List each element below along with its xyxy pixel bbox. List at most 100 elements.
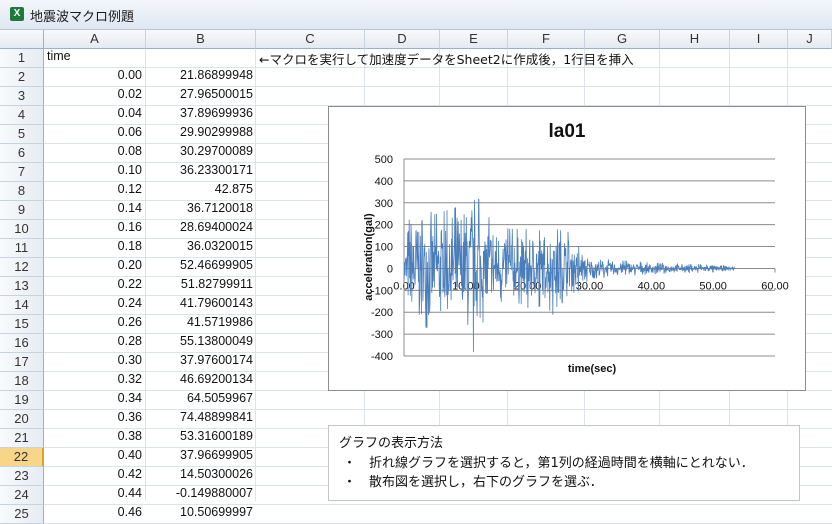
cell-a[interactable]: 0.08	[44, 144, 142, 163]
row-header[interactable]: 22	[0, 448, 44, 467]
cell-b[interactable]: 28.69400024	[146, 220, 253, 239]
cell-b[interactable]: 21.86899948	[146, 68, 253, 87]
row-header[interactable]: 25	[0, 505, 44, 524]
row-header[interactable]: 24	[0, 486, 44, 505]
cell-a[interactable]: 0.20	[44, 258, 142, 277]
row-header[interactable]: 15	[0, 315, 44, 334]
row-header[interactable]: 16	[0, 334, 44, 353]
row-header[interactable]: 7	[0, 163, 44, 182]
row-header[interactable]: 8	[0, 182, 44, 201]
column-header-e[interactable]: E	[440, 30, 508, 49]
row-header[interactable]: 3	[0, 87, 44, 106]
cell-b[interactable]: 64.5059967	[146, 391, 253, 410]
cell-c1-note[interactable]: ←マクロを実行して加速度データをSheet2に作成後，1行目を挿入	[259, 49, 634, 68]
x-tick-label: 50.00	[699, 280, 727, 292]
column-header-g[interactable]: G	[585, 30, 660, 49]
y-tick-label: -400	[371, 351, 393, 363]
cell-a[interactable]: 0.32	[44, 372, 142, 391]
cell-a[interactable]: 0.04	[44, 106, 142, 125]
cell-a[interactable]: 0.44	[44, 486, 142, 505]
cell-b[interactable]: 42.875	[146, 182, 253, 201]
cell-b[interactable]: 30.29700089	[146, 144, 253, 163]
y-tick-label: 400	[375, 176, 393, 188]
row-header[interactable]: 5	[0, 125, 44, 144]
row-header[interactable]: 4	[0, 106, 44, 125]
cell-a[interactable]: 0.28	[44, 334, 142, 353]
row-header[interactable]: 2	[0, 68, 44, 87]
row-header[interactable]: 1	[0, 49, 44, 68]
row-header[interactable]: 12	[0, 258, 44, 277]
row-header[interactable]: 23	[0, 467, 44, 486]
cell-b[interactable]: 51.82799911	[146, 277, 253, 296]
cell-b[interactable]: 36.7120018	[146, 201, 253, 220]
cell-b[interactable]: 37.96699905	[146, 448, 253, 467]
y-axis-title: acceleration(gal)	[363, 213, 375, 301]
cell-b[interactable]: -0.149880007	[146, 486, 253, 505]
row-header[interactable]: 19	[0, 391, 44, 410]
cell-b[interactable]: 52.46699905	[146, 258, 253, 277]
cell-b[interactable]: 74.48899841	[146, 410, 253, 429]
cell-a[interactable]: 0.36	[44, 410, 142, 429]
row-header[interactable]: 10	[0, 220, 44, 239]
cell-b[interactable]: 41.5719986	[146, 315, 253, 334]
note-textbox[interactable]: グラフの表示方法 ・ 折れ線グラフを選択すると，第1列の経過時間を横軸にとれない…	[328, 425, 800, 501]
column-header-d[interactable]: D	[365, 30, 440, 49]
y-tick-label: 0	[387, 263, 393, 275]
cell-b[interactable]: 36.0320015	[146, 239, 253, 258]
cell-a[interactable]: 0.18	[44, 239, 142, 258]
column-header-j[interactable]: J	[788, 30, 832, 49]
row-header[interactable]: 6	[0, 144, 44, 163]
x-tick-label: 60.00	[761, 280, 789, 292]
cell-a[interactable]: 0.24	[44, 296, 142, 315]
column-header-f[interactable]: F	[508, 30, 585, 49]
cell-a[interactable]: 0.42	[44, 467, 142, 486]
cell-a[interactable]: 0.00	[44, 68, 142, 87]
column-header-i[interactable]: I	[730, 30, 788, 49]
cell-a[interactable]: 0.14	[44, 201, 142, 220]
cell-b[interactable]: 41.79600143	[146, 296, 253, 315]
cell-b[interactable]: 14.50300026	[146, 467, 253, 486]
row-header[interactable]: 17	[0, 353, 44, 372]
cell-b[interactable]: 37.89699936	[146, 106, 253, 125]
row-header[interactable]: 20	[0, 410, 44, 429]
cell-b[interactable]: 36.23300171	[146, 163, 253, 182]
row-header[interactable]: 18	[0, 372, 44, 391]
cell-b[interactable]: 37.97600174	[146, 353, 253, 372]
column-header-a[interactable]: A	[44, 30, 146, 49]
cell-a[interactable]: 0.22	[44, 277, 142, 296]
chart-box[interactable]: 500 400 300 200 100 0 -100 -200 -300 -400 0.00 10.0…	[328, 106, 806, 391]
cell-a[interactable]: 0.02	[44, 87, 142, 106]
y-tick-label: 300	[375, 198, 393, 210]
cell-a[interactable]: 0.12	[44, 182, 142, 201]
cell-a[interactable]: 0.26	[44, 315, 142, 334]
cell-a[interactable]: 0.30	[44, 353, 142, 372]
y-tick-label: 500	[375, 154, 393, 166]
cell-a[interactable]: 0.06	[44, 125, 142, 144]
y-tick-label: 200	[375, 220, 393, 232]
column-header-h[interactable]: H	[660, 30, 730, 49]
window-title: 地震波マクロ例題	[30, 10, 135, 25]
cell-a[interactable]: 0.16	[44, 220, 142, 239]
cell-a[interactable]: 0.46	[44, 505, 142, 524]
row-header[interactable]: 9	[0, 201, 44, 220]
cell-b[interactable]: 27.96500015	[146, 87, 253, 106]
cell-b[interactable]: 29.90299988	[146, 125, 253, 144]
cell-b[interactable]: 10.50699997	[146, 505, 253, 524]
select-all-corner[interactable]	[0, 30, 44, 49]
row-header[interactable]: 13	[0, 277, 44, 296]
column-header-b[interactable]: B	[146, 30, 256, 49]
cell-b[interactable]: 53.31600189	[146, 429, 253, 448]
cell-a[interactable]: 0.34	[44, 391, 142, 410]
cell-a[interactable]: time	[47, 49, 146, 68]
column-header-c[interactable]: C	[256, 30, 365, 49]
cell-b[interactable]: 46.69200134	[146, 372, 253, 391]
cell-a[interactable]: 0.10	[44, 163, 142, 182]
cell-b[interactable]	[146, 49, 253, 68]
cell-a[interactable]: 0.38	[44, 429, 142, 448]
row-header[interactable]: 11	[0, 239, 44, 258]
row-header[interactable]: 21	[0, 429, 44, 448]
row-header[interactable]: 14	[0, 296, 44, 315]
cell-b[interactable]: 55.13800049	[146, 334, 253, 353]
cell-a[interactable]: 0.40	[44, 448, 142, 467]
acceleration-chart: 5004003002001000-100-200-300-4000.00 10.0…	[363, 121, 789, 375]
